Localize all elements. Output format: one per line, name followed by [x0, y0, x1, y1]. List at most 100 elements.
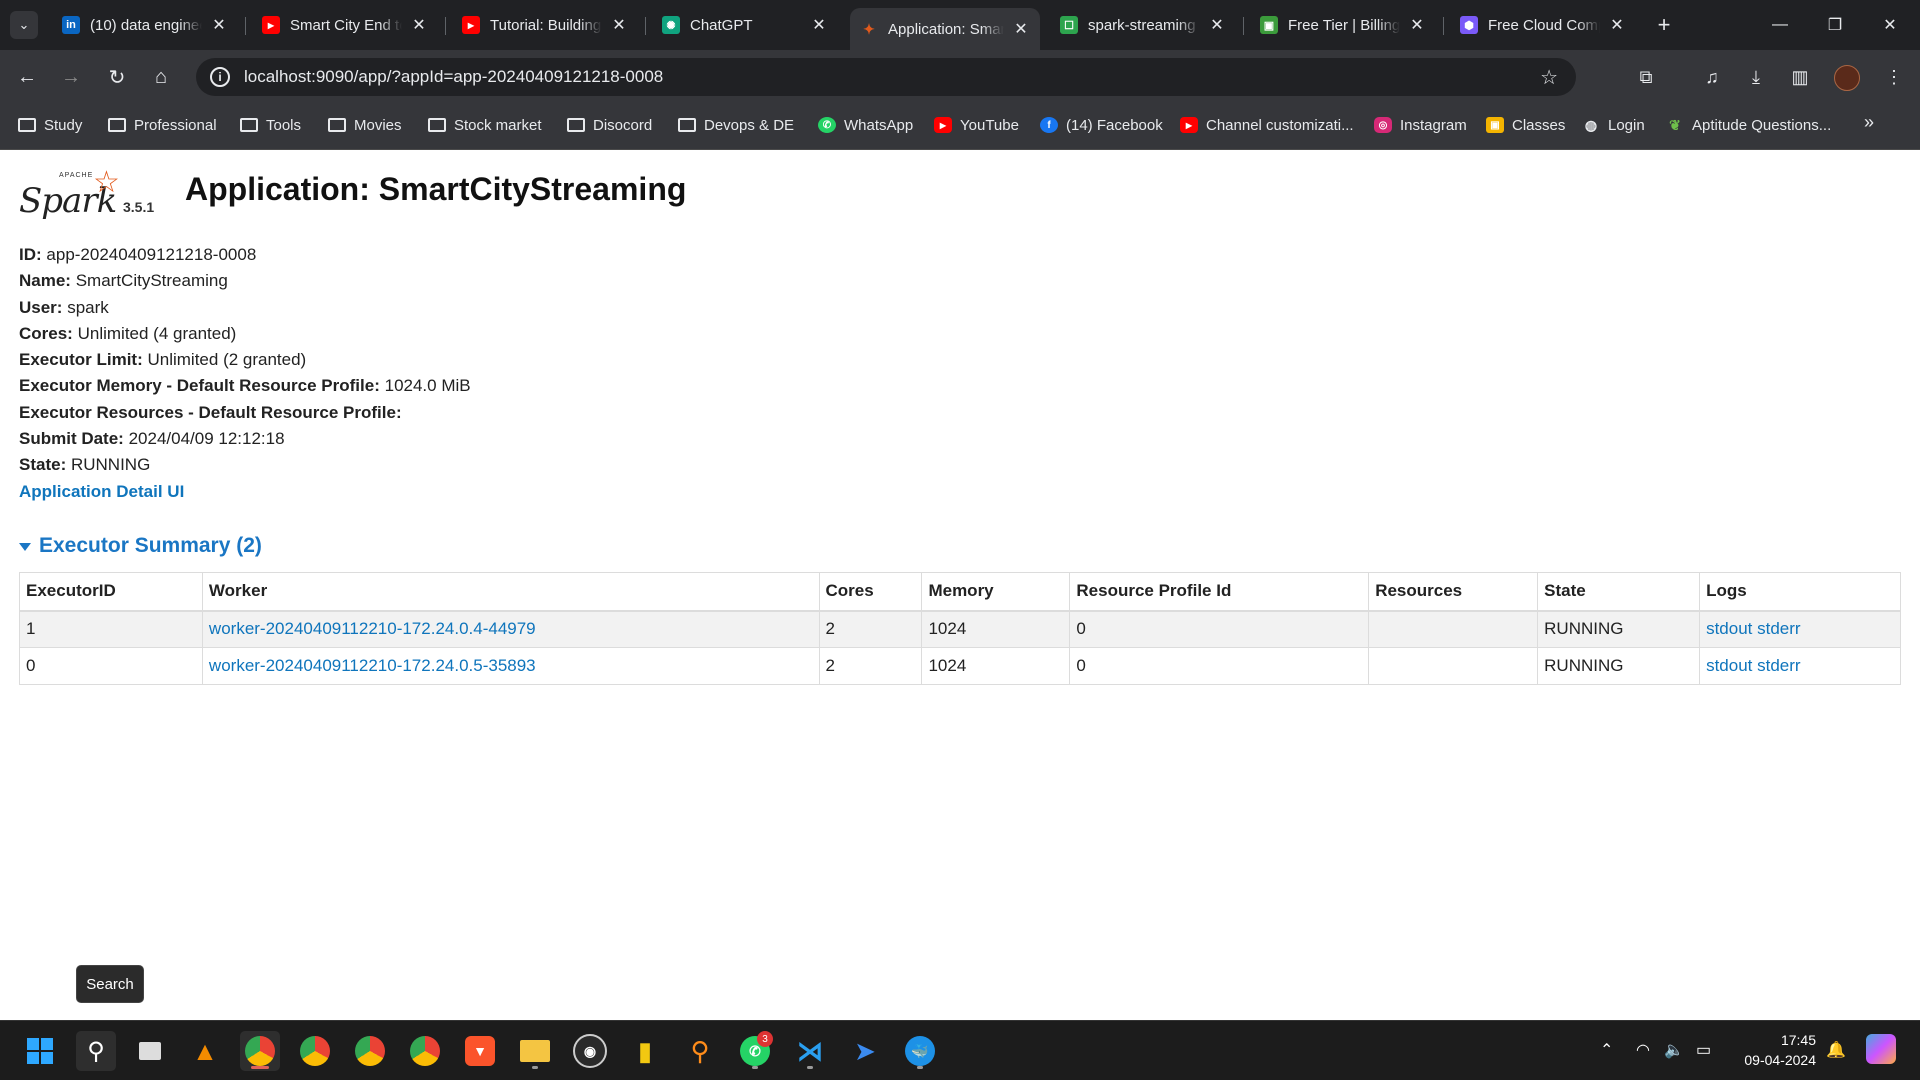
bookmark-study[interactable]: Study: [18, 114, 82, 136]
taskbar-azure[interactable]: ➤: [845, 1031, 885, 1071]
taskbar-obs[interactable]: ◉: [570, 1031, 610, 1071]
stdout-link[interactable]: stdout: [1706, 656, 1752, 675]
start-button[interactable]: [20, 1031, 60, 1071]
close-icon[interactable]: ✕: [410, 15, 428, 35]
folder-icon: [678, 118, 696, 132]
taskbar-docker[interactable]: 🐳: [900, 1031, 940, 1071]
battery-icon[interactable]: ▭: [1696, 1040, 1711, 1060]
taskbar-brave[interactable]: ▼: [460, 1031, 500, 1071]
minimize-button[interactable]: —: [1750, 0, 1810, 50]
tab-linkedin[interactable]: in (10) data engineering ✕: [52, 8, 238, 42]
close-icon[interactable]: ✕: [1208, 15, 1226, 35]
executor-summary-toggle[interactable]: Executor Summary (2): [19, 534, 262, 558]
close-icon[interactable]: ✕: [810, 15, 828, 35]
taskbar-task-view[interactable]: [130, 1031, 170, 1071]
taskbar-chrome-3[interactable]: [350, 1031, 390, 1071]
profile-avatar[interactable]: [1834, 65, 1860, 91]
bookmark-label: Study: [44, 116, 83, 134]
stderr-link[interactable]: stderr: [1757, 619, 1800, 638]
bookmark-facebook[interactable]: f (14) Facebook: [1040, 114, 1163, 136]
url-text[interactable]: localhost:9090/app/?appId=app-2024040912…: [244, 67, 663, 87]
copilot-icon[interactable]: [1866, 1034, 1896, 1064]
bookmark-stock-market[interactable]: Stock market: [428, 114, 542, 136]
bookmark-instagram[interactable]: ◎ Instagram: [1374, 114, 1467, 136]
taskbar-vscode[interactable]: ⋊: [790, 1031, 830, 1071]
taskbar-chrome-4[interactable]: [405, 1031, 445, 1071]
column-header-memory[interactable]: Memory: [921, 572, 1071, 612]
bookmark-label: Stock market: [454, 116, 542, 134]
media-controls-icon[interactable]: ♫: [1698, 63, 1726, 91]
column-header-logs[interactable]: Logs: [1699, 572, 1901, 612]
column-header-state[interactable]: State: [1537, 572, 1701, 612]
bookmark-tools[interactable]: Tools: [240, 114, 301, 136]
bookmark-star-icon[interactable]: ☆: [1540, 65, 1558, 90]
reload-button[interactable]: ↻: [104, 64, 130, 90]
system-clock[interactable]: 17:45 09-04-2024: [1720, 1030, 1816, 1070]
column-header-worker[interactable]: Worker: [201, 572, 820, 612]
tab-spark-streaming[interactable]: ☐ spark-streaming ✕: [1050, 8, 1236, 42]
extensions-icon[interactable]: ⧉: [1632, 63, 1660, 91]
tab-smart-city[interactable]: ▶ Smart City End to End ✕: [252, 8, 438, 42]
worker-link[interactable]: worker-20240409112210-172.24.0.4-44979: [209, 619, 536, 638]
taskbar-search-tool[interactable]: ⚲: [680, 1031, 720, 1071]
bookmark-classes[interactable]: ▣ Classes: [1486, 114, 1565, 136]
notification-bell-icon[interactable]: 🔔: [1826, 1040, 1846, 1060]
close-icon[interactable]: ✕: [210, 15, 228, 35]
bookmark-login[interactable]: ◍ Login: [1582, 114, 1645, 136]
close-icon[interactable]: ✕: [1608, 15, 1626, 35]
folder-icon: [328, 118, 346, 132]
new-tab-button[interactable]: +: [1650, 11, 1678, 39]
taskbar-search-button[interactable]: ⚲: [76, 1031, 116, 1071]
bookmark-whatsapp[interactable]: ✆ WhatsApp: [818, 114, 913, 136]
stdout-link[interactable]: stdout: [1706, 619, 1752, 638]
tab-free-cloud[interactable]: ⬢ Free Cloud Computing ✕: [1450, 8, 1636, 42]
column-header-cores[interactable]: Cores: [818, 572, 923, 612]
collapse-arrow-icon: [19, 543, 31, 551]
folder-icon: [428, 118, 446, 132]
address-bar[interactable]: i localhost:9090/app/?appId=app-20240409…: [196, 58, 1576, 96]
bookmark-professional[interactable]: Professional: [108, 114, 217, 136]
more-menu-icon[interactable]: ⋮: [1880, 63, 1908, 91]
stderr-link[interactable]: stderr: [1757, 656, 1800, 675]
application-detail-ui-link[interactable]: Application Detail UI: [19, 482, 184, 501]
spark-logo[interactable]: APACHE Spark ☆: [19, 166, 120, 226]
bookmark-youtube[interactable]: ▶ YouTube: [934, 114, 1019, 136]
home-button[interactable]: ⌂: [148, 64, 174, 90]
bookmark-disocord[interactable]: Disocord: [567, 114, 652, 136]
taskbar-chrome-active[interactable]: [240, 1031, 280, 1071]
column-header-resource-profile-id[interactable]: Resource Profile Id: [1069, 572, 1370, 612]
youtube-icon: ▶: [462, 16, 480, 34]
tab-free-tier[interactable]: ▣ Free Tier | Billing ✕: [1250, 8, 1436, 42]
volume-icon[interactable]: 🔈: [1664, 1040, 1684, 1060]
bookmark-aptitude[interactable]: ❦ Aptitude Questions...: [1666, 114, 1831, 136]
restore-button[interactable]: ❐: [1805, 0, 1865, 50]
tab-chatgpt[interactable]: ✺ ChatGPT ✕: [652, 8, 838, 42]
taskbar-file-explorer[interactable]: [515, 1031, 555, 1071]
taskbar-power-bi[interactable]: ▮: [625, 1031, 665, 1071]
forward-button[interactable]: →: [58, 64, 84, 90]
taskbar-chrome-2[interactable]: [295, 1031, 335, 1071]
column-header-executor-id[interactable]: ExecutorID: [19, 572, 203, 612]
chevron-up-icon[interactable]: ⌃: [1600, 1040, 1613, 1060]
info-label: State:: [19, 455, 67, 475]
bookmark-channel[interactable]: ▶ Channel customizati...: [1180, 114, 1354, 136]
bookmark-movies[interactable]: Movies: [328, 114, 402, 136]
taskbar-vlc[interactable]: ▲: [185, 1031, 225, 1071]
close-icon[interactable]: ✕: [1012, 19, 1030, 39]
tab-tutorial[interactable]: ▶ Tutorial: Building ✕: [452, 8, 638, 42]
close-icon[interactable]: ✕: [1408, 15, 1426, 35]
taskbar-whatsapp[interactable]: ✆ 3: [735, 1031, 775, 1071]
close-icon[interactable]: ✕: [610, 15, 628, 35]
close-window-button[interactable]: ✕: [1860, 0, 1920, 50]
side-panel-icon[interactable]: ▥: [1786, 63, 1814, 91]
tab-spark-application[interactable]: ✦ Application: SmartCity ✕: [850, 8, 1040, 50]
bookmark-devops[interactable]: Devops & DE: [678, 114, 794, 136]
back-button[interactable]: ←: [14, 64, 40, 90]
tab-search-button[interactable]: ⌄: [10, 11, 38, 39]
column-header-resources[interactable]: Resources: [1368, 572, 1539, 612]
wifi-icon[interactable]: ◠: [1636, 1040, 1650, 1060]
worker-link[interactable]: worker-20240409112210-172.24.0.5-35893: [209, 656, 536, 675]
more-bookmarks-icon[interactable]: »: [1864, 112, 1874, 133]
download-icon[interactable]: ⤓: [1742, 63, 1770, 91]
site-info-icon[interactable]: i: [210, 67, 230, 87]
